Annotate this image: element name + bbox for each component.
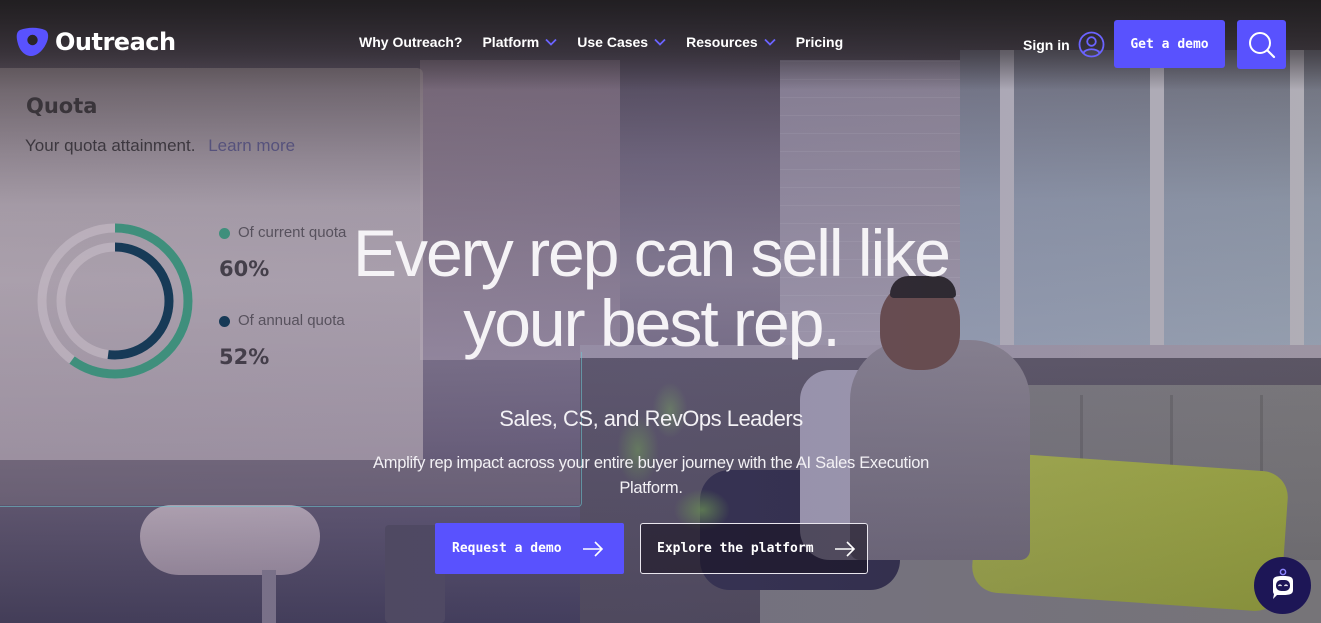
quota-subtitle: Your quota attainment. Learn more	[25, 136, 295, 156]
sign-in-link[interactable]: Sign in	[1023, 31, 1105, 58]
nav-pricing-label: Pricing	[795, 34, 844, 50]
nav-resources-label: Resources	[686, 34, 758, 50]
outreach-logo[interactable]: Outreach	[16, 27, 176, 57]
request-demo-button[interactable]: Request a demo	[435, 523, 624, 574]
nav-use-cases[interactable]: Use Cases	[577, 34, 666, 50]
chat-widget-button[interactable]	[1254, 557, 1311, 614]
hero-title-line-1: Every rep can sell like	[353, 216, 951, 290]
outreach-logo-icon	[16, 27, 49, 56]
quota-title: Quota	[26, 94, 98, 118]
explore-platform-label: Explore the platform	[657, 541, 814, 556]
chevron-down-icon	[764, 38, 776, 46]
hero-title: Every rep can sell like your best rep.	[0, 218, 1302, 358]
sign-in-label: Sign in	[1023, 36, 1070, 53]
nav-use-cases-label: Use Cases	[577, 34, 649, 50]
logo-text: Outreach	[55, 28, 176, 56]
quota-subtitle-text: Your quota attainment.	[25, 136, 196, 155]
nav-platform-label: Platform	[482, 34, 540, 50]
user-circle-icon	[1078, 31, 1105, 58]
hero-description: Amplify rep impact across your entire bu…	[373, 454, 929, 497]
request-demo-label: Request a demo	[452, 541, 562, 556]
nav-why-outreach-label: Why Outreach?	[359, 34, 463, 50]
chevron-down-icon	[545, 38, 557, 46]
nav-why-outreach[interactable]: Why Outreach?	[359, 34, 462, 50]
search-button[interactable]	[1237, 20, 1286, 69]
hero-subtitle: Sales, CS, and RevOps Leaders	[499, 406, 803, 431]
nav-pricing[interactable]: Pricing	[796, 34, 843, 50]
chevron-down-icon	[654, 38, 666, 46]
hero-title-line-2: your best rep.	[463, 286, 841, 360]
chatbot-icon	[1272, 568, 1293, 599]
nav-platform[interactable]: Platform	[482, 34, 557, 50]
top-navbar: Outreach Why Outreach? Platform Use Case…	[0, 0, 1321, 88]
learn-more-link[interactable]: Learn more	[208, 136, 295, 155]
nav-resources[interactable]: Resources	[686, 34, 776, 50]
arrow-right-icon	[834, 540, 855, 557]
arrow-right-icon	[582, 540, 603, 557]
get-demo-button[interactable]: Get a demo	[1114, 20, 1225, 68]
explore-platform-button[interactable]: Explore the platform	[640, 523, 868, 574]
search-icon	[1248, 31, 1275, 58]
main-nav: Why Outreach? Platform Use Cases Resourc…	[359, 34, 843, 50]
